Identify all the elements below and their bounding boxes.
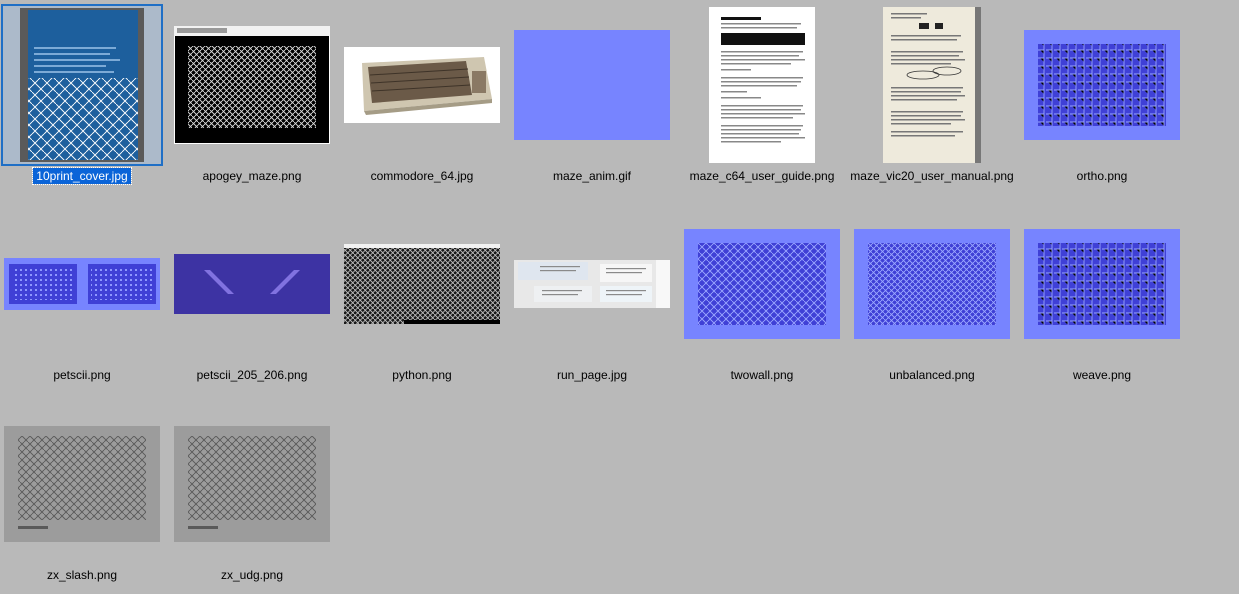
file-item[interactable]: twowall.png (680, 202, 844, 388)
file-item[interactable]: petscii_205_206.png (170, 202, 334, 388)
file-item[interactable]: maze_c64_user_guide.png (680, 3, 844, 189)
file-thumbnail[interactable] (1022, 5, 1182, 165)
file-name-label: petscii.png (53, 368, 111, 382)
file-thumbnail[interactable] (852, 5, 1012, 165)
file-name-label: run_page.jpg (556, 368, 628, 382)
file-item[interactable]: ortho.png (1020, 3, 1184, 189)
file-name-label: commodore_64.jpg (370, 169, 474, 183)
file-name-label: maze_vic20_user_manual.png (850, 169, 1014, 183)
file-item[interactable]: python.png (340, 202, 504, 388)
file-thumbnail[interactable] (172, 404, 332, 564)
file-thumbnail[interactable] (852, 204, 1012, 364)
file-item[interactable]: unbalanced.png (850, 202, 1014, 388)
file-item[interactable]: commodore_64.jpg (340, 3, 504, 189)
file-thumbnail[interactable] (682, 5, 842, 165)
file-item[interactable]: zx_udg.png (170, 402, 334, 588)
file-name-label: twowall.png (730, 368, 794, 382)
file-item[interactable]: zx_slash.png (0, 402, 164, 588)
file-grid: 10print_cover.jpg apogey_maze.png commod… (0, 0, 1239, 594)
file-thumbnail[interactable] (172, 204, 332, 364)
file-name-label: unbalanced.png (889, 368, 975, 382)
file-item[interactable]: weave.png (1020, 202, 1184, 388)
file-name-label: zx_udg.png (220, 568, 284, 582)
file-name-label: 10print_cover.jpg (0, 167, 164, 185)
file-name-label: zx_slash.png (46, 568, 118, 582)
file-thumbnail[interactable] (342, 5, 502, 165)
file-thumbnail[interactable] (2, 204, 162, 364)
file-thumbnail[interactable] (512, 5, 672, 165)
file-item[interactable]: run_page.jpg (510, 202, 674, 388)
file-thumbnail[interactable] (1022, 204, 1182, 364)
file-thumbnail[interactable] (2, 404, 162, 564)
file-name-label: maze_anim.gif (552, 169, 632, 183)
file-thumbnail[interactable] (512, 204, 672, 364)
file-name-label: weave.png (1072, 368, 1132, 382)
file-thumbnail[interactable] (172, 5, 332, 165)
file-name-label: maze_c64_user_guide.png (689, 169, 835, 183)
file-thumbnail[interactable] (1, 4, 163, 166)
file-item[interactable]: apogey_maze.png (170, 3, 334, 189)
file-thumbnail[interactable] (342, 204, 502, 364)
file-item[interactable]: maze_vic20_user_manual.png (850, 3, 1014, 189)
file-item[interactable]: petscii.png (0, 202, 164, 388)
file-name-label: ortho.png (1076, 169, 1128, 183)
file-name-label: python.png (392, 368, 452, 382)
file-thumbnail[interactable] (682, 204, 842, 364)
file-item[interactable]: maze_anim.gif (510, 3, 674, 189)
file-name-label: apogey_maze.png (202, 169, 302, 183)
file-name-label: petscii_205_206.png (196, 368, 308, 382)
file-item[interactable]: 10print_cover.jpg (0, 3, 164, 189)
